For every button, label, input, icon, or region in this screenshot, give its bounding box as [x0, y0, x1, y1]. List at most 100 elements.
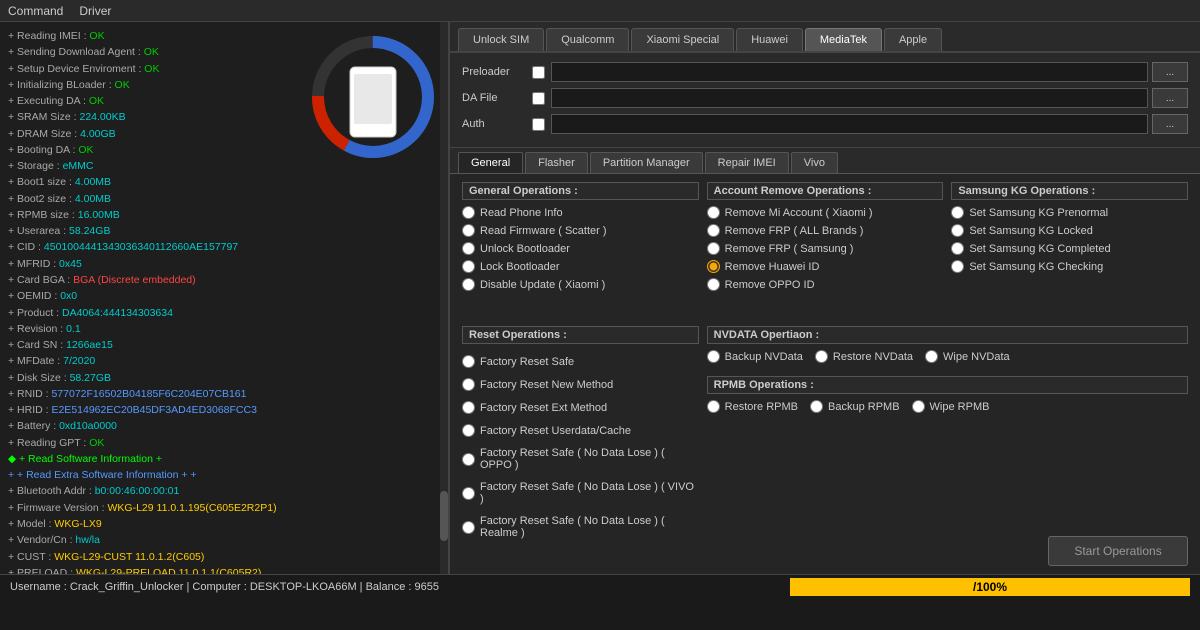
da-file-label: DA File — [462, 92, 532, 104]
da-file-checkbox[interactable] — [532, 92, 545, 105]
ops-remove-huawei-id[interactable]: Remove Huawei ID — [707, 260, 944, 273]
log-entry: + RPMB size : 16.00MB — [8, 207, 440, 223]
log-entry: + MFRID : 0x45 — [8, 256, 440, 272]
log-entry: + HRID : E2E514962EC20B45DF3AD4ED3068FCC… — [8, 402, 440, 418]
log-scrollbar-thumb[interactable] — [440, 491, 448, 541]
log-entry: + MFDate : 7/2020 — [8, 353, 440, 369]
ops-wipe-rpmb[interactable]: Wipe RPMB — [912, 400, 990, 413]
ops-samsung-kg-prenormal[interactable]: Set Samsung KG Prenormal — [951, 206, 1188, 219]
status-info: Username : Crack_Griffin_Unlocker | Comp… — [10, 581, 790, 593]
log-entry: + CID : 4501004441343036340112660AE15779… — [8, 239, 440, 255]
inner-tab-general[interactable]: General — [458, 152, 523, 173]
ops-restore-rpmb[interactable]: Restore RPMB — [707, 400, 798, 413]
log-panel: + Reading IMEI : OK+ Sending Download Ag… — [0, 22, 450, 574]
ops-factory-reset-safe-realme[interactable]: Factory Reset Safe ( No Data Lose ) ( Re… — [462, 515, 699, 539]
log-entry: + OEMID : 0x0 — [8, 288, 440, 304]
ops-remove-frp-samsung[interactable]: Remove FRP ( Samsung ) — [707, 242, 944, 255]
auth-input[interactable] — [551, 114, 1148, 134]
nvdata-group: NVDATA Opertiaon : Backup NVData Restore… — [707, 326, 1188, 368]
ops-factory-reset-safe[interactable]: Factory Reset Safe — [462, 355, 699, 368]
ops-unlock-bootloader[interactable]: Unlock Bootloader — [462, 242, 699, 255]
log-entry: + + Read Extra Software Information + + — [8, 467, 440, 483]
tab-mediatek[interactable]: MediaTek — [805, 28, 882, 51]
log-entry: ◆ + Read Software Information + — [8, 451, 440, 467]
log-entry: + CUST : WKG-L29-CUST 11.0.1.2(C605) — [8, 549, 440, 565]
log-entry: + Revision : 0.1 — [8, 321, 440, 337]
ops-restore-nvdata[interactable]: Restore NVData — [815, 350, 913, 363]
ops-read-phone-info[interactable]: Read Phone Info — [462, 206, 699, 219]
ops-factory-reset-safe-oppo[interactable]: Factory Reset Safe ( No Data Lose ) ( OP… — [462, 447, 699, 471]
reset-ops-title: Reset Operations : — [462, 326, 699, 344]
da-file-browse-button[interactable]: ... — [1152, 88, 1188, 108]
ops-remove-mi-account[interactable]: Remove Mi Account ( Xiaomi ) — [707, 206, 944, 219]
log-entry: + Firmware Version : WKG-L29 11.0.1.195(… — [8, 500, 440, 516]
nvdata-row: Backup NVData Restore NVData Wipe NVData — [707, 350, 1188, 368]
log-entry: + Boot2 size : 4.00MB — [8, 191, 440, 207]
account-ops-title: Account Remove Operations : — [707, 182, 944, 200]
main-content: + Reading IMEI : OK+ Sending Download Ag… — [0, 22, 1200, 574]
log-entry: + PRELOAD : WKG-L29-PRELOAD 11.0.1.1(C60… — [8, 565, 440, 574]
log-entry: + Vendor/Cn : hw/la — [8, 532, 440, 548]
inner-tab-partition-manager[interactable]: Partition Manager — [590, 152, 703, 173]
menu-driver[interactable]: Driver — [79, 4, 111, 18]
ops-factory-reset-ext[interactable]: Factory Reset Ext Method — [462, 401, 699, 414]
da-file-input[interactable] — [551, 88, 1148, 108]
inner-tabs: General Flasher Partition Manager Repair… — [450, 148, 1200, 174]
progress-circle — [308, 32, 438, 162]
menu-command[interactable]: Command — [8, 4, 63, 18]
tab-qualcomm[interactable]: Qualcomm — [546, 28, 629, 51]
tab-xiaomi-special[interactable]: Xiaomi Special — [631, 28, 734, 51]
samsung-ops-group: Samsung KG Operations : Set Samsung KG P… — [951, 182, 1188, 318]
log-entry: + Product : DA4064:444134303634 — [8, 305, 440, 321]
inner-tab-flasher[interactable]: Flasher — [525, 152, 588, 173]
inner-tab-repair-imei[interactable]: Repair IMEI — [705, 152, 789, 173]
ops-wipe-nvdata[interactable]: Wipe NVData — [925, 350, 1010, 363]
log-entry: + Userarea : 58.24GB — [8, 223, 440, 239]
config-section: Preloader ... DA File ... Auth ... — [450, 53, 1200, 148]
ops-backup-rpmb[interactable]: Backup RPMB — [810, 400, 900, 413]
preloader-browse-button[interactable]: ... — [1152, 62, 1188, 82]
ops-backup-nvdata[interactable]: Backup NVData — [707, 350, 803, 363]
start-btn-container: Start Operations — [707, 536, 1188, 566]
ops-factory-reset-userdata[interactable]: Factory Reset Userdata/Cache — [462, 424, 699, 437]
da-file-row: DA File ... — [462, 87, 1188, 109]
top-tabs: Unlock SIM Qualcomm Xiaomi Special Huawe… — [450, 22, 1200, 53]
log-scrollbar[interactable] — [440, 22, 448, 574]
reset-ops-column: Reset Operations : Factory Reset Safe Fa… — [462, 326, 699, 566]
operations-area: General Operations : Read Phone Info Rea… — [450, 174, 1200, 574]
log-entry: + Card SN : 1266ae15 — [8, 337, 440, 353]
status-bar: Username : Crack_Griffin_Unlocker | Comp… — [0, 574, 1200, 598]
ops-factory-reset-safe-vivo[interactable]: Factory Reset Safe ( No Data Lose ) ( VI… — [462, 481, 699, 505]
log-entry: + Model : WKG-LX9 — [8, 516, 440, 532]
right-panel: Unlock SIM Qualcomm Xiaomi Special Huawe… — [450, 22, 1200, 574]
samsung-ops-title: Samsung KG Operations : — [951, 182, 1188, 200]
inner-tab-vivo[interactable]: Vivo — [791, 152, 838, 173]
tab-unlock-sim[interactable]: Unlock SIM — [458, 28, 544, 51]
log-entry: + Battery : 0xd10a0000 — [8, 418, 440, 434]
ops-remove-oppo-id[interactable]: Remove OPPO ID — [707, 278, 944, 291]
auth-browse-button[interactable]: ... — [1152, 114, 1188, 134]
auth-checkbox[interactable] — [532, 118, 545, 131]
tab-huawei[interactable]: Huawei — [736, 28, 803, 51]
rpmb-group: RPMB Operations : Restore RPMB Backup RP… — [707, 376, 1188, 418]
ops-remove-frp-all[interactable]: Remove FRP ( ALL Brands ) — [707, 224, 944, 237]
ops-samsung-kg-checking[interactable]: Set Samsung KG Checking — [951, 260, 1188, 273]
ops-disable-update-xiaomi[interactable]: Disable Update ( Xiaomi ) — [462, 278, 699, 291]
auth-label: Auth — [462, 118, 532, 130]
preloader-checkbox[interactable] — [532, 66, 545, 79]
log-entry: + RNID : 577072F16502B04185F6C204E07CB16… — [8, 386, 440, 402]
ops-lock-bootloader[interactable]: Lock Bootloader — [462, 260, 699, 273]
ops-samsung-kg-locked[interactable]: Set Samsung KG Locked — [951, 224, 1188, 237]
start-operations-button[interactable]: Start Operations — [1048, 536, 1188, 566]
log-entry: + Card BGA : BGA (Discrete embedded) — [8, 272, 440, 288]
ops-samsung-kg-completed[interactable]: Set Samsung KG Completed — [951, 242, 1188, 255]
rpmb-row: Restore RPMB Backup RPMB Wipe RPMB — [707, 400, 1188, 418]
preloader-input[interactable] — [551, 62, 1148, 82]
nvdata-rpmb-column: NVDATA Opertiaon : Backup NVData Restore… — [707, 326, 1188, 566]
ops-read-firmware-scatter[interactable]: Read Firmware ( Scatter ) — [462, 224, 699, 237]
general-ops-group: General Operations : Read Phone Info Rea… — [462, 182, 699, 318]
rpmb-title: RPMB Operations : — [707, 376, 1188, 394]
menu-bar: Command Driver — [0, 0, 1200, 22]
tab-apple[interactable]: Apple — [884, 28, 942, 51]
ops-factory-reset-new[interactable]: Factory Reset New Method — [462, 378, 699, 391]
